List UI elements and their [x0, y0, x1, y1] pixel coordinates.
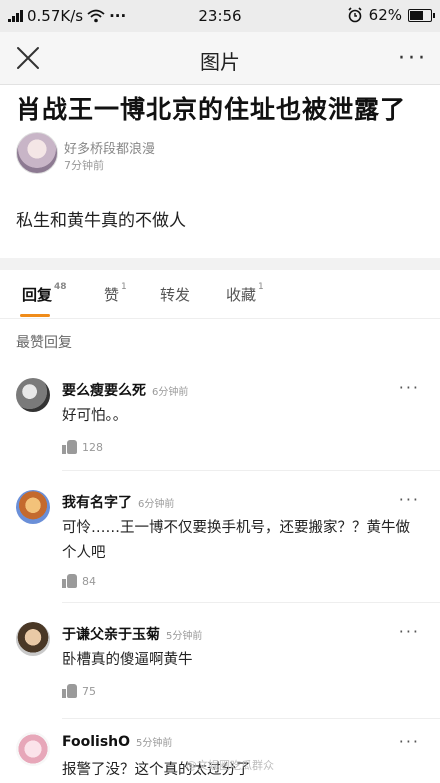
post-headline: 肖战王一博北京的住址也被泄露了	[16, 95, 407, 124]
interaction-tabs: 回复 48 赞1 转发 收藏 1	[0, 270, 440, 319]
commenter-avatar[interactable]	[16, 622, 50, 656]
tab-likes[interactable]: 赞1	[104, 282, 127, 305]
comment-time: 5分钟前	[166, 631, 203, 642]
divider	[62, 602, 440, 603]
watermark: @文娱圈吃瓜群众	[186, 759, 274, 772]
comment-text: 卧槽真的傻逼啊黄牛	[62, 652, 193, 668]
tab-reposts[interactable]: 转发	[160, 284, 190, 305]
thumbs-up-icon	[62, 440, 78, 454]
top-nav-bar: 图片 ···	[0, 32, 440, 85]
more-menu-button[interactable]: ···	[398, 46, 428, 71]
commenter-avatar[interactable]	[16, 378, 50, 412]
like-count: 128	[82, 440, 103, 454]
author-name[interactable]: 好多桥段都浪漫	[64, 138, 155, 157]
top-replies-label: 最赞回复	[16, 335, 72, 351]
comment-time: 6分钟前	[138, 499, 175, 510]
commenter-avatar[interactable]	[16, 490, 50, 524]
thumbs-up-icon	[62, 684, 78, 698]
commenter-name[interactable]: 于谦父亲于玉菊 5分钟前	[62, 624, 202, 644]
tab-replies[interactable]: 回复 48	[22, 282, 67, 305]
comment-more-button[interactable]: ···	[399, 490, 420, 509]
comment-like-button[interactable]: 75	[62, 684, 96, 698]
comment-like-button[interactable]: 128	[62, 440, 103, 454]
like-count: 84	[82, 574, 96, 588]
comment-text: 可怜……王一博不仅要换手机号，还要搬家？？黄牛做个人吧	[62, 520, 410, 561]
divider	[62, 718, 440, 719]
comment-like-button[interactable]: 84	[62, 574, 96, 588]
like-count: 75	[82, 684, 96, 698]
active-tab-indicator	[20, 314, 50, 317]
battery-percent: 62%	[368, 6, 402, 24]
thumbs-up-icon	[62, 574, 78, 588]
tab-favorites[interactable]: 收藏 1	[226, 282, 264, 305]
commenter-avatar[interactable]	[16, 732, 50, 766]
comment-more-button[interactable]: ···	[399, 378, 420, 397]
page-title: 图片	[200, 50, 240, 74]
comment-time: 6分钟前	[152, 387, 189, 398]
comment-text: 好可怕。。	[62, 408, 128, 424]
divider	[62, 470, 440, 471]
commenter-name[interactable]: 我有名字了 6分钟前	[62, 492, 174, 512]
author-avatar[interactable]	[16, 132, 58, 174]
section-divider	[0, 258, 440, 270]
comment-more-button[interactable]: ···	[399, 732, 420, 751]
alarm-icon	[348, 7, 362, 23]
comment-time: 5分钟前	[136, 738, 173, 749]
comment-more-button[interactable]: ···	[399, 622, 420, 641]
post-time: 7分钟前	[64, 159, 104, 172]
commenter-name[interactable]: FoolishO 5分钟前	[62, 734, 172, 750]
post-body: 私生和黄牛真的不做人	[16, 211, 186, 231]
status-bar: 0.57K/s ··· 23:56 62%	[0, 0, 440, 32]
commenter-name[interactable]: 要么瘦要么死 6分钟前	[62, 380, 188, 400]
battery-icon	[408, 8, 435, 22]
